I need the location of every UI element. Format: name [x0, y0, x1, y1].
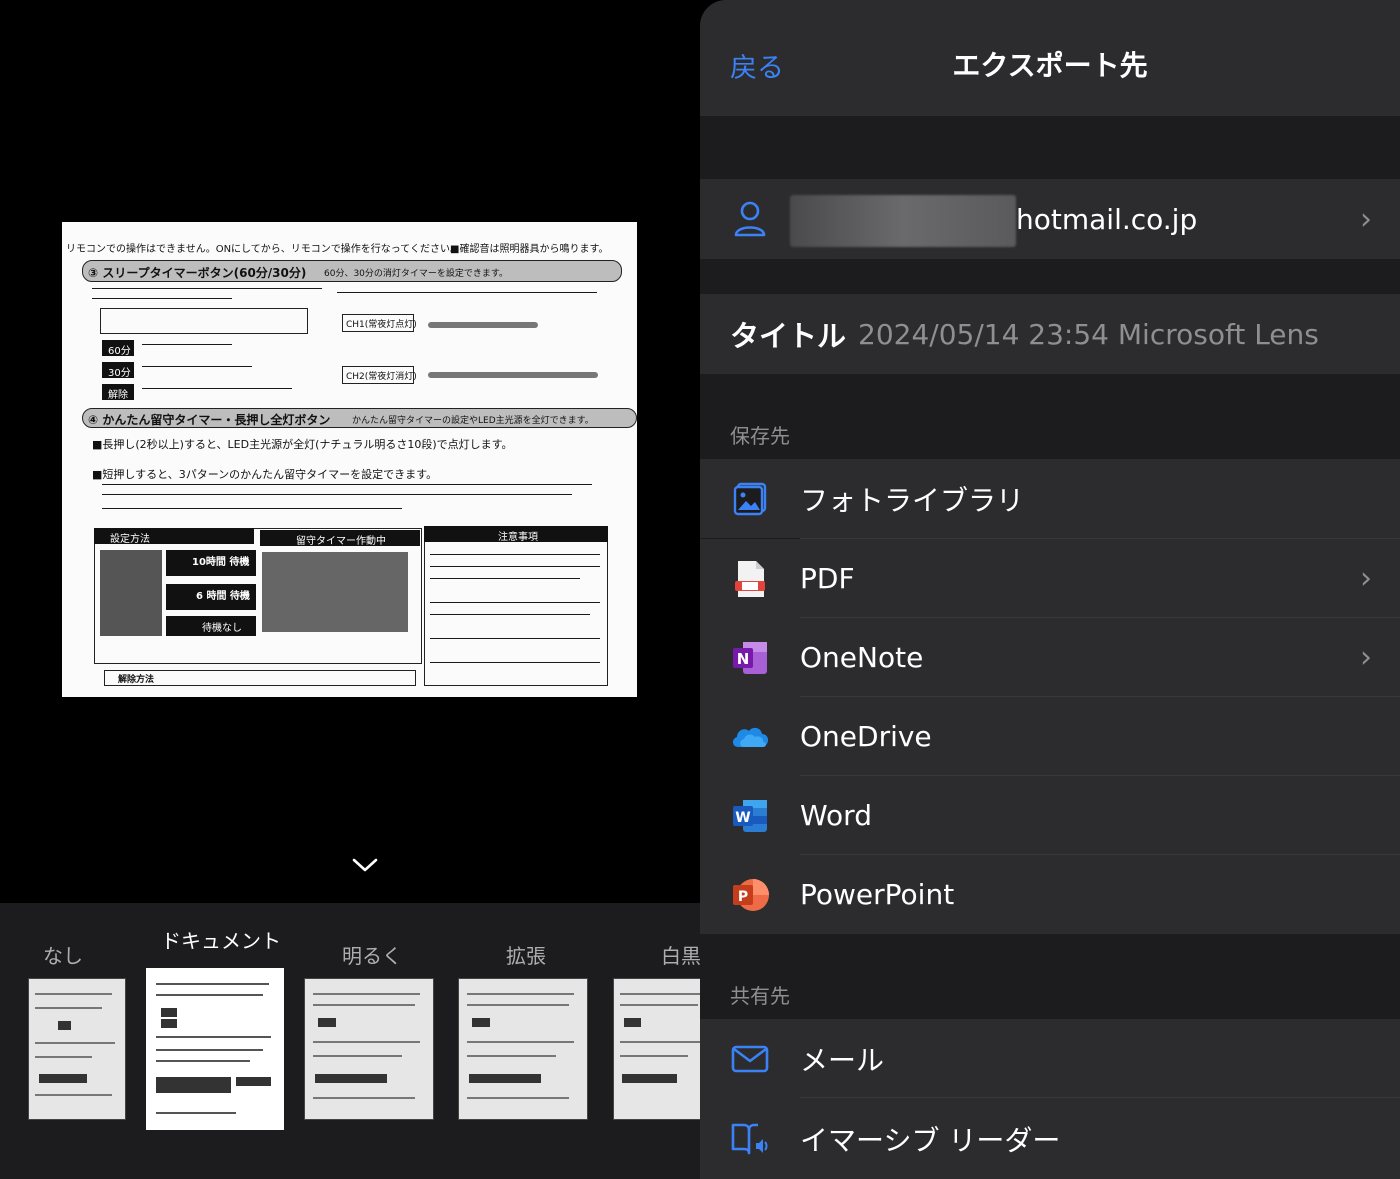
powerpoint-icon: P — [730, 875, 770, 915]
share-item-label: イマーシブ リーダー — [800, 1123, 1061, 1157]
save-item-photo-library[interactable]: フォトライブラリ — [700, 459, 1400, 538]
save-item-label: PowerPoint — [800, 878, 955, 911]
chevron-right-icon: › — [1360, 561, 1372, 596]
doc-lamp — [428, 372, 598, 378]
filter-label-bright[interactable]: 明るく — [342, 940, 402, 969]
save-item-powerpoint[interactable]: P PowerPoint — [700, 855, 1400, 934]
doc-ch-label: CH1(常夜灯点灯) — [346, 320, 417, 330]
save-item-onedrive[interactable]: OneDrive — [700, 697, 1400, 776]
doc-line — [102, 508, 402, 509]
doc-heading: ③ スリープタイマーボタン(60分/30分) — [88, 266, 307, 280]
title-input[interactable]: 2024/05/14 23:54 Microsoft Lens — [858, 318, 1319, 351]
doc-wait-text: 待機なし — [202, 623, 242, 634]
doc-line — [337, 292, 597, 293]
filter-thumb-enhance[interactable] — [458, 978, 588, 1120]
mail-icon — [730, 1039, 770, 1079]
save-item-onenote[interactable]: N OneNote › — [700, 618, 1400, 697]
chevron-right-icon: › — [1360, 640, 1372, 675]
title-label: タイトル — [730, 319, 847, 353]
filter-label-document[interactable]: ドキュメント — [161, 925, 281, 954]
share-section-header: 共有先 — [730, 984, 790, 1008]
save-item-label: OneNote — [800, 641, 924, 674]
pdf-icon — [730, 559, 770, 599]
doc-line — [430, 638, 600, 639]
doc-line — [430, 554, 600, 555]
doc-line — [430, 602, 600, 603]
nav-bar: 戻る エクスポート先 — [700, 0, 1400, 116]
doc-label-text: 解除 — [108, 390, 128, 401]
doc-line — [430, 662, 600, 663]
doc-ch-label: CH2(常夜灯消灯) — [346, 372, 417, 382]
doc-heading-note: かんたん留守タイマーの設定やLED主光源を全灯できます。 — [352, 416, 594, 426]
save-item-label: フォトライブラリ — [800, 483, 1025, 517]
svg-text:N: N — [737, 650, 750, 668]
document-preview-area: リモコンでの操作はできません。ONにしてから、リモコンで操作を行なってください。… — [0, 0, 700, 903]
doc-paragraph: ■短押しすると、3パターンのかんたん留守タイマーを設定できます。 — [92, 468, 438, 481]
export-panel: 戻る エクスポート先 hotmail.co.jp › タイトル 2024/05/… — [700, 0, 1400, 1179]
doc-wait-text: 6 時間 待機 — [196, 591, 250, 602]
share-item-mail[interactable]: メール — [700, 1019, 1400, 1098]
save-item-word[interactable]: W Word — [700, 776, 1400, 855]
doc-line — [92, 288, 322, 289]
svg-text:W: W — [735, 810, 750, 826]
account-row[interactable]: hotmail.co.jp › — [700, 179, 1400, 259]
filter-label-enhance[interactable]: 拡張 — [506, 940, 546, 969]
share-item-immersive-reader[interactable]: イマーシブ リーダー — [700, 1098, 1400, 1179]
doc-label-text: 30分 — [108, 368, 131, 379]
filter-thumb-bw[interactable] — [613, 978, 700, 1120]
doc-text-line: リモコンでの操作はできません。ONにしてから、リモコンで操作を行なってください。 — [66, 244, 460, 255]
immersive-reader-icon — [730, 1119, 770, 1159]
doc-table-header-text: 設定方法 — [110, 534, 150, 545]
doc-line — [430, 566, 600, 567]
doc-heading: ④ かんたん留守タイマー・長押し全灯ボタン — [88, 413, 331, 427]
doc-paragraph: ■長押し(2秒以上)すると、LED主光源が全灯(ナチュラル明るさ10段)で点灯し… — [92, 438, 513, 451]
onenote-icon: N — [730, 638, 770, 678]
doc-line — [102, 484, 592, 485]
save-item-label: Word — [800, 799, 872, 832]
word-icon: W — [730, 796, 770, 836]
doc-button-col — [100, 550, 162, 636]
doc-line — [142, 344, 232, 345]
doc-line — [430, 614, 590, 615]
chevron-right-icon: › — [1360, 201, 1372, 237]
doc-heading-note: 60分、30分の消灯タイマーを設定できます。 — [324, 269, 509, 279]
save-section-header: 保存先 — [730, 424, 790, 448]
redacted-email — [790, 195, 1016, 247]
photo-library-icon — [730, 479, 770, 519]
filter-strip: なし ドキュメント 明るく 拡張 白黒 — [0, 903, 700, 1179]
doc-timer-graphic — [262, 552, 408, 632]
doc-label-text: 60分 — [108, 346, 131, 357]
doc-wait-text: 10時間 待機 — [192, 557, 250, 568]
svg-text:P: P — [738, 889, 748, 905]
filter-thumb-bright[interactable] — [304, 978, 434, 1120]
doc-box — [100, 308, 308, 334]
doc-line — [142, 366, 252, 367]
doc-line — [102, 494, 572, 495]
doc-line — [430, 578, 580, 579]
doc-notes-title: 注意事項 — [498, 532, 538, 543]
collapse-chevron-button[interactable] — [345, 848, 385, 882]
chevron-down-icon — [352, 858, 378, 872]
filter-thumb-none[interactable] — [28, 978, 126, 1120]
share-item-label: メール — [800, 1043, 885, 1077]
account-email: hotmail.co.jp — [1016, 202, 1198, 236]
doc-line — [92, 298, 232, 299]
filter-label-bw[interactable]: 白黒 — [661, 940, 700, 969]
doc-line — [142, 388, 292, 389]
doc-lamp — [428, 322, 538, 328]
title-row[interactable]: タイトル 2024/05/14 23:54 Microsoft Lens — [700, 294, 1400, 374]
filter-thumb-document[interactable] — [146, 968, 284, 1130]
doc-text-line: ■確認音は照明器具から鳴ります。 — [450, 244, 609, 255]
doc-release-label: 解除方法 — [118, 675, 155, 685]
page-title: エクスポート先 — [952, 49, 1148, 82]
doc-table-header-text: 留守タイマー作動中 — [296, 536, 386, 547]
save-item-label: PDF — [800, 562, 855, 595]
person-icon — [730, 199, 770, 239]
filter-label-none[interactable]: なし — [43, 940, 83, 969]
onedrive-icon — [730, 717, 770, 757]
save-item-pdf[interactable]: PDF › — [700, 539, 1400, 618]
save-item-label: OneDrive — [800, 720, 932, 753]
scanned-document-image: リモコンでの操作はできません。ONにしてから、リモコンで操作を行なってください。… — [62, 222, 637, 697]
